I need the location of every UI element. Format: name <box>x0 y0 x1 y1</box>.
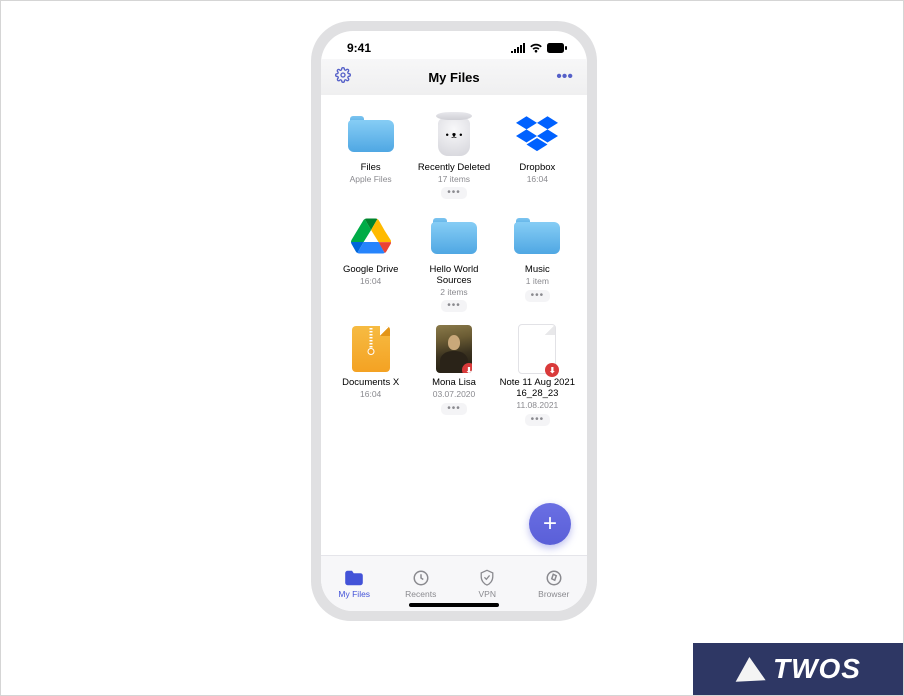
file-thumbnail: • ᴥ • <box>429 109 479 159</box>
image-thumbnail: ⬇ <box>436 325 472 373</box>
settings-button[interactable] <box>335 67 351 88</box>
file-item[interactable]: Hello World Sources 2 items ••• <box>414 211 493 318</box>
apple-folder-icon <box>348 116 394 152</box>
file-thumbnail <box>512 109 562 159</box>
tab-my-files[interactable]: My Files <box>321 556 388 611</box>
file-item[interactable]: Files Apple Files <box>331 109 410 205</box>
file-item[interactable]: Google Drive 16:04 <box>331 211 410 318</box>
file-item[interactable]: ⬇ Note 11 Aug 2021 16_28_23 11.08.2021 •… <box>498 324 577 431</box>
tab-label: Browser <box>538 589 569 599</box>
file-subtitle: 03.07.2020 <box>433 390 476 399</box>
status-bar: 9:41 <box>321 31 587 59</box>
file-subtitle: 17 items <box>438 175 470 184</box>
google-drive-icon <box>351 218 391 254</box>
file-subtitle: 11.08.2021 <box>516 401 558 410</box>
file-name: Documents X <box>342 378 399 389</box>
file-thumbnail <box>346 211 396 261</box>
file-thumbnail: ⬇ <box>512 324 562 374</box>
file-subtitle: 16:04 <box>360 277 381 286</box>
page-title: My Files <box>321 70 587 85</box>
file-item[interactable]: Music 1 item ••• <box>498 211 577 318</box>
wifi-icon <box>529 43 543 53</box>
gear-icon <box>335 67 351 83</box>
file-name: Google Drive <box>343 265 398 276</box>
tab-label: My Files <box>338 589 370 599</box>
add-button[interactable]: + <box>529 503 571 545</box>
file-name: Music <box>525 265 550 276</box>
file-subtitle: 2 items <box>440 288 467 297</box>
file-item[interactable]: Documents X 16:04 <box>331 324 410 431</box>
folder-icon <box>431 218 477 254</box>
screen: 9:41 My Files ••• Files Apple Files • ᴥ … <box>321 31 587 611</box>
home-indicator[interactable] <box>409 603 499 607</box>
file-more-button[interactable]: ••• <box>441 403 467 415</box>
file-thumbnail <box>429 211 479 261</box>
folder-icon <box>514 218 560 254</box>
file-more-button[interactable]: ••• <box>525 290 551 302</box>
nav-bar: My Files ••• <box>321 59 587 95</box>
status-time: 9:41 <box>347 41 371 55</box>
file-more-button[interactable]: ••• <box>441 300 467 312</box>
file-name: Note 11 Aug 2021 16_28_23 <box>498 378 576 400</box>
file-item[interactable]: Dropbox 16:04 <box>498 109 577 205</box>
brand-text: TWOS <box>773 653 861 685</box>
pdf-badge-icon: ⬇ <box>462 363 472 373</box>
file-thumbnail: ⬇ <box>429 324 479 374</box>
file-more-button[interactable]: ••• <box>441 187 467 199</box>
phone-frame: 9:41 My Files ••• Files Apple Files • ᴥ … <box>311 21 597 621</box>
more-button[interactable]: ••• <box>556 68 573 86</box>
zip-archive-icon <box>352 326 390 372</box>
dropbox-icon <box>516 115 558 153</box>
compass-icon <box>545 569 563 587</box>
plus-icon: + <box>543 510 557 538</box>
file-item[interactable]: ⬇ Mona Lisa 03.07.2020 ••• <box>414 324 493 431</box>
file-thumbnail <box>346 324 396 374</box>
document-icon: ⬇ <box>518 324 556 374</box>
file-name: Files <box>361 163 381 174</box>
file-item[interactable]: • ᴥ • Recently Deleted 17 items ••• <box>414 109 493 205</box>
clock-icon <box>412 569 430 587</box>
brand-triangle-icon <box>734 656 765 682</box>
pdf-badge-icon: ⬇ <box>545 363 559 377</box>
shield-icon <box>479 569 495 587</box>
tab-browser[interactable]: Browser <box>521 556 588 611</box>
file-more-button[interactable]: ••• <box>525 414 551 426</box>
file-name: Recently Deleted <box>418 163 490 174</box>
file-grid: Files Apple Files • ᴥ • Recently Deleted… <box>331 109 577 432</box>
trash-icon: • ᴥ • <box>434 112 474 156</box>
folder-icon <box>344 570 364 586</box>
file-subtitle: 1 item <box>526 277 549 286</box>
site-brand-badge: TWOS <box>693 643 903 695</box>
content-area[interactable]: Files Apple Files • ᴥ • Recently Deleted… <box>321 95 587 555</box>
tab-label: VPN <box>479 589 496 599</box>
file-name: Dropbox <box>519 163 555 174</box>
file-thumbnail <box>346 109 396 159</box>
file-thumbnail <box>512 211 562 261</box>
tab-label: Recents <box>405 589 436 599</box>
status-indicators <box>511 43 567 53</box>
file-subtitle: Apple Files <box>350 175 392 184</box>
file-name: Mona Lisa <box>432 378 476 389</box>
file-name: Hello World Sources <box>415 265 493 287</box>
file-subtitle: 16:04 <box>360 390 381 399</box>
battery-icon <box>547 43 567 53</box>
cellular-icon <box>511 43 525 53</box>
file-subtitle: 16:04 <box>527 175 548 184</box>
